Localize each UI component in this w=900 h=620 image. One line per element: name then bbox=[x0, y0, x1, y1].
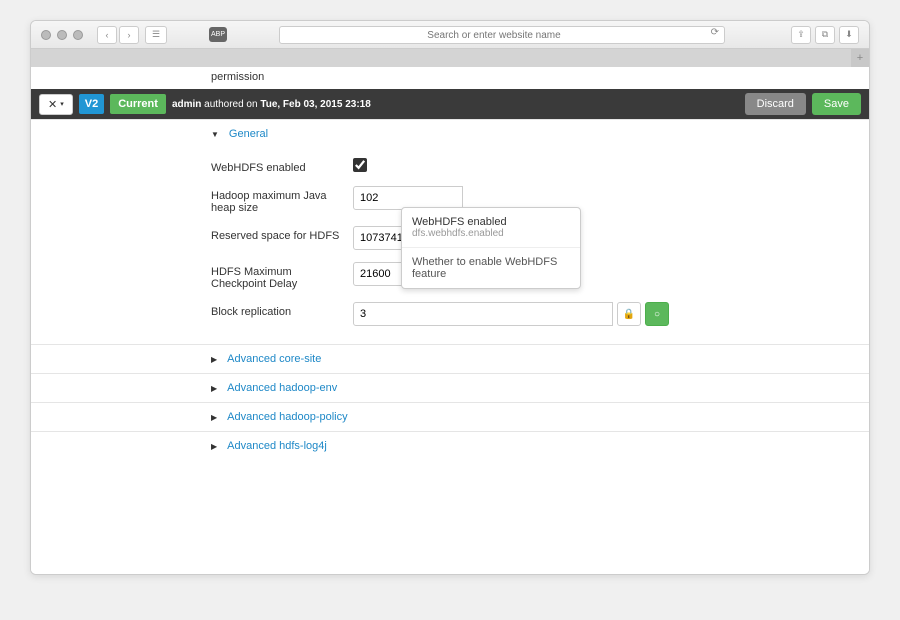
tooltip-desc: Whether to enable WebHDFS feature bbox=[402, 248, 580, 288]
version-badge: V2 bbox=[79, 94, 104, 114]
forward-button[interactable]: › bbox=[119, 26, 139, 44]
label-heap: Hadoop maximum Java heap size bbox=[211, 186, 341, 214]
section-core-header[interactable]: ▶ Advanced core-site bbox=[31, 344, 869, 373]
checkbox-webhdfs[interactable] bbox=[353, 158, 367, 172]
tooltip: WebHDFS enabled dfs.webhdfs.enabled Whet… bbox=[401, 207, 581, 289]
tooltip-key: dfs.webhdfs.enabled bbox=[412, 228, 570, 239]
save-button[interactable]: Save bbox=[812, 93, 861, 115]
tab-strip: + bbox=[31, 49, 869, 67]
row-webhdfs: WebHDFS enabled bbox=[31, 152, 869, 180]
authored-text: authored on bbox=[204, 99, 257, 110]
new-tab-button[interactable]: + bbox=[851, 49, 869, 67]
toolbar-right: ⇪ ⧉ ⬇ bbox=[791, 26, 859, 44]
abp-icon[interactable]: ABP bbox=[209, 27, 227, 42]
tooltip-header: WebHDFS enabled dfs.webhdfs.enabled bbox=[402, 208, 580, 248]
section-hlog-header[interactable]: ▶ Advanced hdfs-log4j bbox=[31, 431, 869, 460]
override-button[interactable]: ○ bbox=[645, 302, 669, 326]
discard-button[interactable]: Discard bbox=[745, 93, 806, 115]
min-dot[interactable] bbox=[57, 30, 67, 40]
share-button[interactable]: ⇪ bbox=[791, 26, 811, 44]
section-hlog-title: Advanced hdfs-log4j bbox=[227, 440, 327, 452]
current-badge: Current bbox=[110, 94, 166, 114]
label-webhdfs: WebHDFS enabled bbox=[211, 158, 341, 174]
section-core-title: Advanced core-site bbox=[227, 353, 321, 365]
sidebar-toggle[interactable]: ☰ bbox=[145, 26, 167, 44]
author-date: Tue, Feb 03, 2015 23:18 bbox=[260, 99, 370, 110]
label-blockrep: Block replication bbox=[211, 302, 341, 318]
caret-right-icon: ▶ bbox=[211, 355, 217, 364]
author-info: admin authored on Tue, Feb 03, 2015 23:1… bbox=[172, 99, 739, 110]
lock-icon[interactable]: 🔒 bbox=[617, 302, 641, 326]
address-bar-wrap: ⟳ bbox=[279, 25, 725, 45]
label-checkpoint: HDFS Maximum Checkpoint Delay bbox=[211, 262, 341, 290]
caret-right-icon: ▶ bbox=[211, 413, 217, 422]
caret-down-icon: ▼ bbox=[211, 130, 219, 139]
input-blockrep[interactable] bbox=[353, 302, 613, 326]
nav-buttons: ‹ › bbox=[97, 26, 139, 44]
label-reserved: Reserved space for HDFS bbox=[211, 226, 341, 242]
back-button[interactable]: ‹ bbox=[97, 26, 117, 44]
download-button[interactable]: ⬇ bbox=[839, 26, 859, 44]
version-bar: ✕ ▾ V2 Current admin authored on Tue, Fe… bbox=[31, 89, 869, 119]
compare-button[interactable]: ✕ ▾ bbox=[39, 94, 73, 115]
max-dot[interactable] bbox=[73, 30, 83, 40]
permission-label: permission bbox=[31, 67, 869, 89]
section-hpol-header[interactable]: ▶ Advanced hadoop-policy bbox=[31, 402, 869, 431]
section-general-title: General bbox=[229, 128, 268, 140]
close-dot[interactable] bbox=[41, 30, 51, 40]
page-content: permission ✕ ▾ V2 Current admin authored… bbox=[31, 67, 869, 574]
caret-right-icon: ▶ bbox=[211, 384, 217, 393]
reload-icon[interactable]: ⟳ bbox=[711, 27, 719, 38]
address-bar[interactable] bbox=[279, 26, 725, 44]
traffic-lights bbox=[41, 30, 83, 40]
author-user: admin bbox=[172, 99, 201, 110]
tooltip-title: WebHDFS enabled bbox=[412, 216, 570, 228]
titlebar: ‹ › ☰ ABP ⟳ ⇪ ⧉ ⬇ bbox=[31, 21, 869, 49]
section-henv-header[interactable]: ▶ Advanced hadoop-env bbox=[31, 373, 869, 402]
row-blockrep: Block replication 🔒 ○ bbox=[31, 296, 869, 332]
tabs-button[interactable]: ⧉ bbox=[815, 26, 835, 44]
browser-window: ‹ › ☰ ABP ⟳ ⇪ ⧉ ⬇ + permission ✕ ▾ V2 Cu… bbox=[30, 20, 870, 575]
section-hpol-title: Advanced hadoop-policy bbox=[227, 411, 347, 423]
section-general-header[interactable]: ▼ General bbox=[31, 119, 869, 148]
section-henv-title: Advanced hadoop-env bbox=[227, 382, 337, 394]
caret-right-icon: ▶ bbox=[211, 442, 217, 451]
